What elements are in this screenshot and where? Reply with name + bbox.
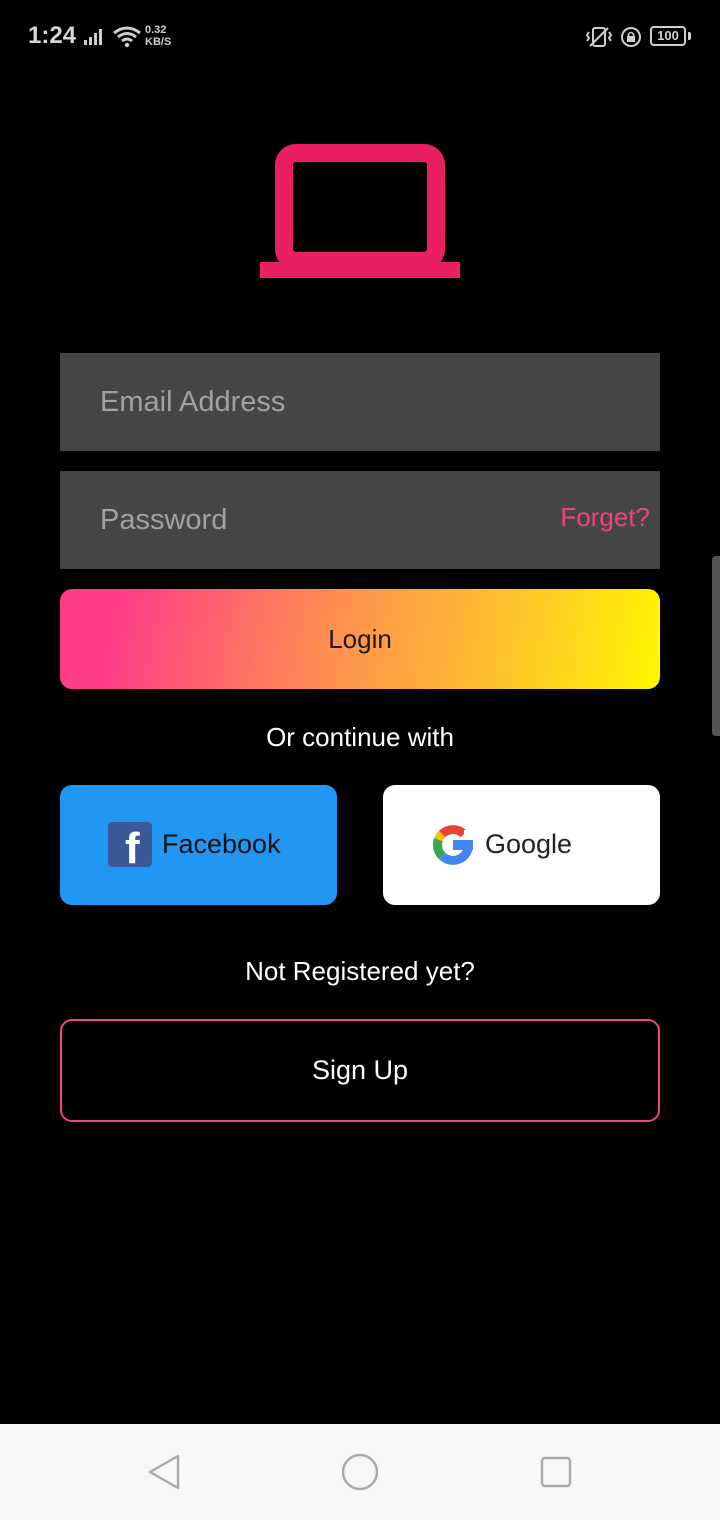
status-bar: 1:24 0.32 KB/S 100 — [0, 0, 720, 76]
net-speed-unit: KB/S — [145, 36, 172, 48]
system-nav-bar — [0, 1424, 720, 1520]
google-icon — [432, 825, 474, 865]
login-button[interactable]: Login — [60, 589, 660, 689]
not-registered-label: Not Registered yet? — [245, 956, 475, 986]
scroll-handle[interactable] — [712, 556, 720, 736]
facebook-icon: f — [108, 822, 152, 867]
home-icon[interactable] — [340, 1452, 380, 1492]
email-field-container — [60, 353, 660, 451]
google-button[interactable]: Google — [383, 785, 660, 905]
net-speed-value: 0.32 — [145, 24, 167, 36]
laptop-icon — [260, 144, 460, 278]
sign-up-button[interactable]: Sign Up — [60, 1019, 660, 1122]
vibrate-icon — [585, 27, 613, 47]
battery-tip — [688, 32, 691, 40]
password-field[interactable] — [100, 471, 540, 569]
rotation-lock-icon — [621, 27, 641, 47]
forget-password-link[interactable]: Forget? — [560, 502, 650, 533]
continue-with-label: Or continue with — [266, 722, 454, 752]
recents-icon[interactable] — [538, 1454, 574, 1490]
facebook-label: Facebook — [162, 829, 281, 859]
facebook-button[interactable]: f Facebook — [60, 785, 337, 905]
email-field[interactable] — [100, 353, 540, 451]
battery-icon: 100 — [650, 26, 686, 46]
status-time: 1:24 — [28, 22, 77, 49]
login-screen: 1:24 0.32 KB/S 100 Email Address Forget?… — [0, 0, 720, 1520]
password-field-container: Forget? — [60, 471, 660, 569]
network-speed: 0.32 KB/S — [145, 24, 171, 48]
back-icon[interactable] — [146, 1452, 182, 1492]
signal-icon — [84, 29, 102, 45]
google-label: Google — [485, 829, 573, 859]
wifi-icon — [113, 26, 141, 48]
